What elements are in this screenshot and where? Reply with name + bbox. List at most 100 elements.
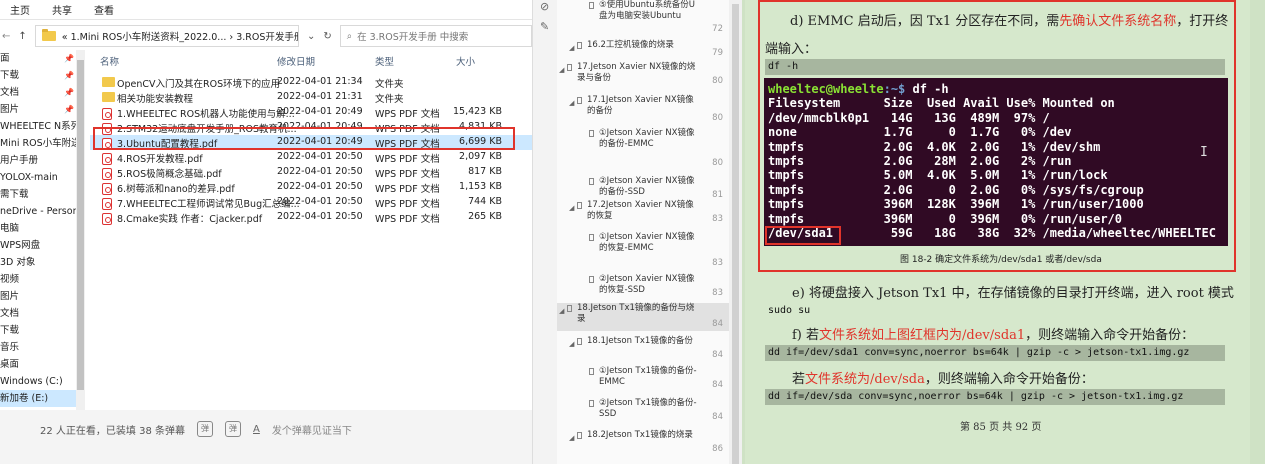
nav-scrollbar[interactable] [76,50,85,410]
nav-item[interactable]: WHEELTEC N系列 [0,118,76,135]
expand-caret-icon[interactable]: ◢ [569,98,574,109]
outline-page-number: 83 [712,214,723,224]
outline-item-label: ①Jetson Xavier NX镜像的恢复-EMMC [599,232,695,253]
code-dd-sda: dd if=/dev/sda conv=sync,noerror bs=64k … [765,389,1225,405]
col-name[interactable]: 名称 [100,54,119,68]
file-row[interactable]: 8.Cmake实践 作者：Cjacker.pdf 2022-04-01 20:5… [90,210,532,225]
nav-item[interactable]: 文档 📌 [0,84,76,101]
outline-item-label: ⑤使用Ubuntu系统备份U盘为电脑安装Ubuntu [599,0,695,21]
nav-item[interactable]: Windows (C:) [0,373,76,390]
outline-item-label: 17.2Jetson Xavier NX镜像的恢复 [587,200,694,221]
scroll-thumb[interactable] [77,60,84,390]
outline-item[interactable]: ⑤使用Ubuntu系统备份U盘为电脑安装Ubuntu 72 [557,0,729,36]
outline-item[interactable]: ◢ 18.Jetson Tx1镜像的备份与烧录 84 [557,303,729,331]
tab-share[interactable]: 共享 [52,2,72,17]
outline-item[interactable]: ①Jetson Xavier NX镜像的备份-EMMC 80 [557,128,729,170]
pdf-icon [102,108,112,120]
nav-item[interactable]: 音乐 [0,339,76,356]
outline-item[interactable]: ①Jetson Tx1镜像的备份-EMMC 84 [557,366,729,392]
highlight-icon[interactable]: ✎ [540,20,549,33]
nav-item[interactable]: 3D 对象 [0,254,76,271]
outline-item[interactable]: ◢ 17.Jetson Xavier NX镜像的烧录与备份 80 [557,62,729,88]
nav-item[interactable]: 桌面 [0,356,76,373]
terminal-line: /dev/mmcblk0p1 14G 13G 489M 97% / [768,110,1050,125]
expand-caret-icon[interactable]: ◢ [569,203,574,214]
expand-caret-icon[interactable]: ◢ [569,339,574,350]
pin-icon: 📌 [64,54,74,63]
nav-item[interactable]: WPS网盘 [0,237,76,254]
nav-item[interactable]: 文档 [0,305,76,322]
file-explorer: 主页 共享 查看 ← ↑ « 1.Mini ROS小车附送资料_2022.0..… [0,0,532,410]
outline-page-number: 80 [712,76,723,86]
file-size: 1,153 KB [459,181,502,192]
outline-item[interactable]: ②Jetson Tx1镜像的备份-SSD 84 [557,398,729,424]
pin-icon: 📌 [64,88,74,97]
file-row[interactable]: OpenCV入门及其在ROS环境下的应用 2022-04-01 21:34 文件… [90,75,532,90]
nav-item[interactable]: 面 📌 [0,50,76,67]
outline-item-label: 18.Jetson Tx1镜像的备份与烧录 [577,303,695,324]
nav-item[interactable]: 下载 [0,322,76,339]
file-row[interactable]: 7.WHEELTEC工程师调试常见Bug汇总编... 2022-04-01 20… [90,195,532,210]
nav-item[interactable]: 需下载 [0,186,76,203]
nav-item-selected[interactable]: 新加卷 (E:) [0,390,76,407]
expand-caret-icon[interactable]: ◢ [559,306,564,317]
outline-item[interactable]: ②Jetson Xavier NX镜像的恢复-SSD 83 [557,274,729,300]
font-style-icon[interactable]: A [253,424,260,435]
file-type: WPS PDF 文档 [375,154,440,165]
up-arrow-icon[interactable]: ↑ [18,31,26,42]
nav-item[interactable]: neDrive - Personal [0,203,76,220]
nav-item[interactable]: 下载 📌 [0,67,76,84]
outline-page-number: 84 [712,319,723,329]
col-type[interactable]: 类型 [375,54,394,68]
outline-item[interactable]: ◢ 18.1Jetson Tx1镜像的备份 84 [557,336,729,362]
expand-caret-icon[interactable]: ◢ [559,65,564,76]
tab-home[interactable]: 主页 [10,2,30,17]
outline-item[interactable]: ①Jetson Xavier NX镜像的恢复-EMMC 83 [557,232,729,270]
outline-item[interactable]: ◢ 18.2Jetson Tx1镜像的烧录 86 [557,430,729,456]
danmaku-settings-icon[interactable]: 弹 [225,421,241,437]
tab-view[interactable]: 查看 [94,2,114,17]
nav-item[interactable]: 图片 📌 [0,101,76,118]
outline-item-label: ①Jetson Tx1镜像的备份-EMMC [599,366,697,387]
expand-caret-icon[interactable]: ◢ [569,433,574,444]
outline-item[interactable]: ◢ 17.2Jetson Xavier NX镜像的恢复 83 [557,200,729,226]
nav-item[interactable]: YOLOX-main [0,169,76,186]
address-bar[interactable]: « 1.Mini ROS小车附送资料_2022.0... › 3.ROS开发手册 [34,25,299,47]
nav-item[interactable]: 用户手册 [0,152,76,169]
file-row[interactable]: 相关功能安装教程 2022-04-01 21:31 文件夹 [90,90,532,105]
file-row[interactable]: 6.树莓派和nano的差异.pdf 2022-04-01 20:50 WPS P… [90,180,532,195]
back-arrow-icon[interactable]: ← [2,31,10,42]
file-date: 2022-04-01 20:50 [277,151,363,162]
paragraph-f: f) 若文件系统如上图红框内为/dev/sda1，则终端输入命令开始备份： [792,328,1195,343]
chevron-down-icon[interactable]: ⌄ [307,31,315,42]
nav-item[interactable]: Mini ROS小车附送 [0,135,76,152]
bookmark-icon [589,178,594,185]
outline-item-label: ①Jetson Xavier NX镜像的备份-EMMC [599,128,695,149]
file-row[interactable]: 5.ROS极简概念基础.pdf 2022-04-01 20:50 WPS PDF… [90,165,532,180]
file-row[interactable]: 1.WHEELTEC ROS机器人功能使用与解... 2022-04-01 20… [90,105,532,120]
expand-caret-icon[interactable]: ◢ [569,43,574,54]
col-date[interactable]: 修改日期 [277,54,315,68]
search-placeholder: 在 3.ROS开发手册 中搜索 [357,32,469,43]
file-date: 2022-04-01 20:50 [277,211,363,222]
col-size[interactable]: 大小 [456,54,475,68]
danmaku-toggle-icon[interactable]: 弹 [197,421,213,437]
search-input[interactable]: ⌕ 在 3.ROS开发手册 中搜索 [339,25,532,47]
terminal-line: tmpfs 2.0G 28M 2.0G 2% /run [768,153,1072,168]
danmaku-input[interactable]: 发个弹幕见证当下 [272,422,352,437]
nav-item[interactable]: 电脑 [0,220,76,237]
outline-item[interactable]: ◢ 16.2工控机镜像的烧录 79 [557,40,729,60]
address-path: « 1.Mini ROS小车附送资料_2022.0... › 3.ROS开发手册 [61,32,299,43]
nav-item[interactable]: 视频 [0,271,76,288]
link-icon[interactable]: ⊘ [540,0,549,13]
outline-item[interactable]: ◢ 17.1Jetson Xavier NX镜像的备份 80 [557,95,729,125]
outline-scrollbar[interactable] [729,0,742,464]
file-row[interactable]: 4.ROS开发教程.pdf 2022-04-01 20:50 WPS PDF 文… [90,150,532,165]
text-cursor-icon: I [1200,145,1208,160]
refresh-icon[interactable]: ↻ [323,31,331,42]
nav-item[interactable]: 图片 [0,288,76,305]
outline-item[interactable]: ②Jetson Xavier NX镜像的备份-SSD 81 [557,176,729,202]
terminal-line: tmpfs 2.0G 0 2.0G 0% /sys/fs/cgroup [768,182,1144,197]
scroll-thumb[interactable] [732,4,739,464]
folder-icon [102,77,115,87]
